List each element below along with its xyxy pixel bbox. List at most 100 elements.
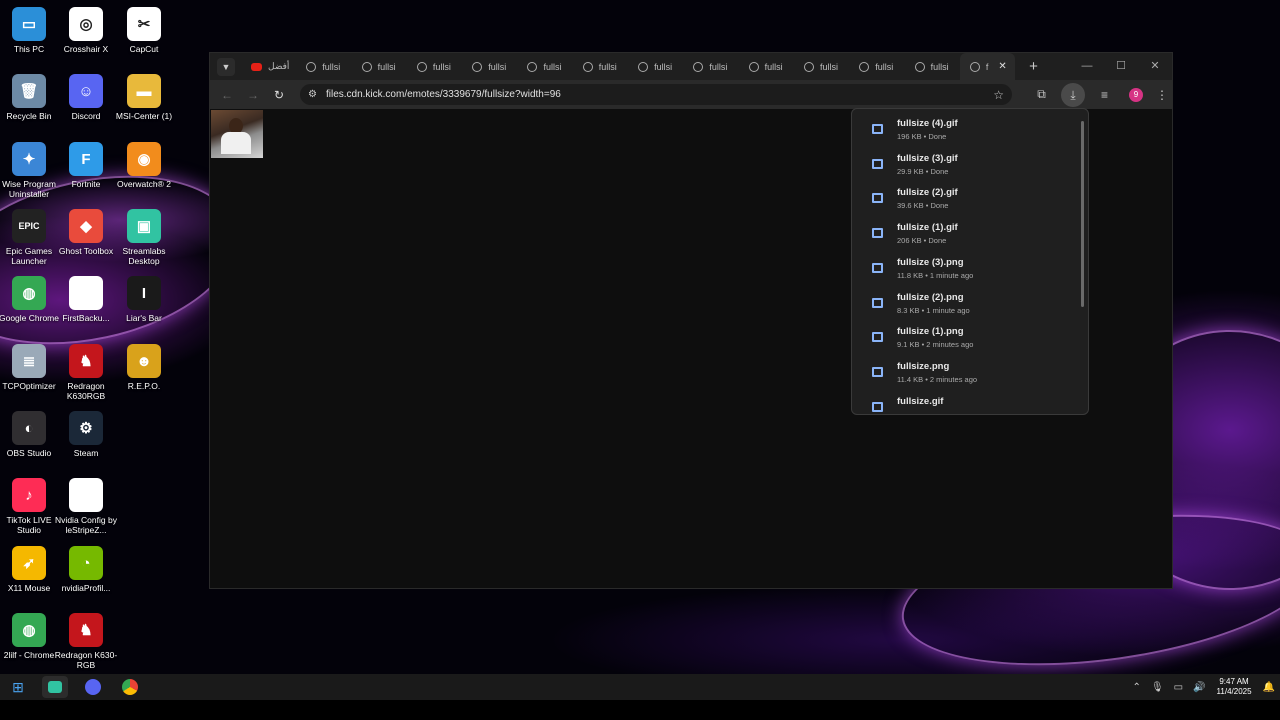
browser-tab[interactable]: fullsi [683, 53, 738, 80]
desktop-shortcut[interactable]: ▣ Streamlabs Desktop [112, 209, 176, 266]
browser-tab[interactable]: fullsi [849, 53, 904, 80]
discord-icon: ☺ [69, 74, 103, 108]
desktop-shortcut[interactable]: ✂ CapCut [112, 7, 176, 54]
minimize-button[interactable]: — [1070, 53, 1104, 80]
desktop-shortcut-label: Liar's Bar [126, 313, 162, 323]
desktop-shortcut[interactable]: ♞ Redragon K630-RGB [54, 613, 118, 670]
clock[interactable]: 9:47 AM 11/4/2025 [1217, 677, 1252, 697]
desktop-shortcut[interactable]: ☺ Discord [54, 74, 118, 121]
desktop-shortcut[interactable]: EPIC Epic Games Launcher [0, 209, 61, 266]
desktop-shortcut[interactable]: ▬ MSI-Center (1) [112, 74, 176, 121]
browser-tab[interactable]: fullsi [573, 53, 628, 80]
desktop-shortcut[interactable]: ◍ Google Chrome [0, 276, 61, 323]
browser-tab[interactable]: f ✕ [959, 53, 1016, 80]
downloads-scrollbar[interactable] [1081, 121, 1084, 307]
streamlabs-icon [48, 681, 62, 693]
forward-button[interactable]: → [240, 88, 266, 102]
show-hidden-icons-chevron-icon[interactable]: ⌃ [1133, 682, 1141, 693]
browser-tab[interactable]: fullsi [794, 53, 849, 80]
desktop-shortcut[interactable]: FirstBacku... [54, 276, 118, 323]
desktop-shortcut[interactable]: ▭ This PC [0, 7, 61, 54]
tab-search-button[interactable]: ▼ [217, 57, 235, 76]
tab-close-icon[interactable]: ✕ [998, 61, 1006, 72]
browser-toolbar: ← → ↻ ⚙ files.cdn.kick.com/emotes/333967… [210, 80, 1172, 109]
folder-icon: ▬ [127, 74, 161, 108]
browser-tab[interactable]: fullsi [517, 53, 572, 80]
close-window-button[interactable]: ✕ [1138, 53, 1172, 80]
volume-icon[interactable]: 🔊 [1193, 682, 1205, 693]
tab-title: fullsi [322, 61, 341, 72]
network-icon[interactable]: ▭ [1174, 682, 1183, 693]
site-info-icon[interactable]: ⚙ [308, 89, 317, 100]
browser-tab[interactable]: fullsi [905, 53, 960, 80]
desktop-shortcut[interactable]: ➶ X11 Mouse [0, 546, 61, 593]
browser-tab[interactable]: fullsi [739, 53, 794, 80]
chrome-icon [122, 679, 138, 695]
desktop-shortcut[interactable]: ≣ TCPOptimizer [0, 344, 61, 391]
download-item[interactable]: fullsize (1).png 9.1 KB • 2 minutes ago [852, 326, 1082, 360]
desktop-shortcut[interactable]: Nvidia Config by leStripeZ... [54, 478, 118, 535]
maximize-button[interactable]: ☐ [1104, 53, 1138, 80]
download-status: 29.9 KB • Done [897, 166, 949, 176]
browser-tab[interactable]: أفضل [241, 53, 296, 80]
capcut-icon: ✂ [127, 7, 161, 41]
address-bar[interactable]: ⚙ files.cdn.kick.com/emotes/3339679/full… [300, 84, 1012, 105]
notifications-bell-icon[interactable]: 🔔 [1263, 682, 1275, 693]
desktop-shortcut[interactable]: ◉ Overwatch® 2 [112, 142, 176, 189]
desktop-shortcut[interactable]: I Liar's Bar [112, 276, 176, 323]
image-file-icon [872, 158, 883, 169]
microphone-icon[interactable]: 🎙 [1151, 682, 1164, 693]
bookmark-star-icon[interactable]: ☆ [993, 88, 1004, 102]
browser-tab[interactable]: fullsi [462, 53, 517, 80]
tab-title: fullsi [432, 61, 451, 72]
desktop-shortcut[interactable]: F Fortnite [54, 142, 118, 189]
desktop-shortcut[interactable]: ◐ OBS Studio [0, 411, 61, 458]
image-file-icon [872, 401, 883, 412]
desktop-shortcut[interactable]: ◍ 2lilf - Chrome [0, 613, 61, 660]
system-tray: ⌃ 🎙 ▭ 🔊 9:47 AM 11/4/2025 🔔 [1128, 674, 1280, 700]
desktop-shortcut[interactable]: ◎ Crosshair X [54, 7, 118, 54]
desktop-shortcut[interactable]: ☻ R.E.P.O. [112, 344, 176, 391]
tab-title: fullsi [819, 61, 838, 72]
desktop-shortcut[interactable]: ♞ Redragon K630RGB [54, 344, 118, 401]
taskbar-streamlabs[interactable] [42, 676, 68, 698]
taskbar-chrome[interactable] [117, 676, 143, 698]
epic-games-icon: EPIC [12, 209, 46, 243]
tab-title: fullsi [709, 61, 728, 72]
image-file-icon [872, 297, 883, 308]
url-text[interactable]: files.cdn.kick.com/emotes/3339679/fullsi… [326, 89, 561, 100]
profile-avatar[interactable]: 9 [1129, 87, 1143, 102]
back-button[interactable]: ← [214, 88, 240, 102]
download-filename: fullsize (2).png [897, 291, 964, 303]
globe-icon [748, 61, 759, 72]
browser-tab[interactable]: fullsi [352, 53, 407, 80]
download-item[interactable]: fullsize (4).gif 196 KB • Done [852, 118, 1082, 152]
download-item[interactable]: fullsize.png 11.4 KB • 2 minutes ago [852, 361, 1082, 395]
download-item[interactable]: fullsize (1).gif 206 KB • Done [852, 222, 1082, 256]
tab-title: fullsi [875, 61, 894, 72]
downloads-icon[interactable]: ⤓ [1061, 82, 1085, 107]
browser-tab[interactable]: fullsi [296, 53, 351, 80]
menu-kebab-icon[interactable]: ⋮ [1152, 88, 1172, 102]
download-item[interactable]: fullsize (2).png 8.3 KB • 1 minute ago [852, 292, 1082, 326]
download-item[interactable]: fullsize (3).gif 29.9 KB • Done [852, 153, 1082, 187]
download-item[interactable]: fullsize.gif [852, 396, 1082, 414]
download-status: 11.4 KB • 2 minutes ago [897, 374, 978, 384]
new-tab-button[interactable]: + [1029, 58, 1038, 75]
desktop-shortcut[interactable]: ◔ nvidiaProfil... [54, 546, 118, 593]
desktop-shortcut[interactable]: ◆ Ghost Toolbox [54, 209, 118, 256]
desktop-shortcut[interactable]: ✦ Wise Program Uninstaller [0, 142, 61, 199]
browser-tab[interactable]: fullsi [628, 53, 683, 80]
desktop-shortcut-label: TCPOptimizer [2, 381, 56, 391]
desktop-shortcut[interactable]: ♪ TikTok LIVE Studio [0, 478, 61, 535]
start-button[interactable]: ⊞ [5, 676, 31, 698]
download-item[interactable]: fullsize (3).png 11.8 KB • 1 minute ago [852, 257, 1082, 291]
extensions-icon[interactable]: ⧉ [1026, 87, 1057, 102]
reload-button[interactable]: ↻ [266, 88, 292, 102]
media-controls-icon[interactable]: ≡ [1089, 88, 1120, 102]
download-item[interactable]: fullsize (2).gif 39.6 KB • Done [852, 187, 1082, 221]
desktop-shortcut[interactable]: 🗑 Recycle Bin [0, 74, 61, 121]
desktop-shortcut[interactable]: ⚙ Steam [54, 411, 118, 458]
taskbar-discord[interactable] [80, 676, 106, 698]
browser-tab[interactable]: fullsi [407, 53, 462, 80]
